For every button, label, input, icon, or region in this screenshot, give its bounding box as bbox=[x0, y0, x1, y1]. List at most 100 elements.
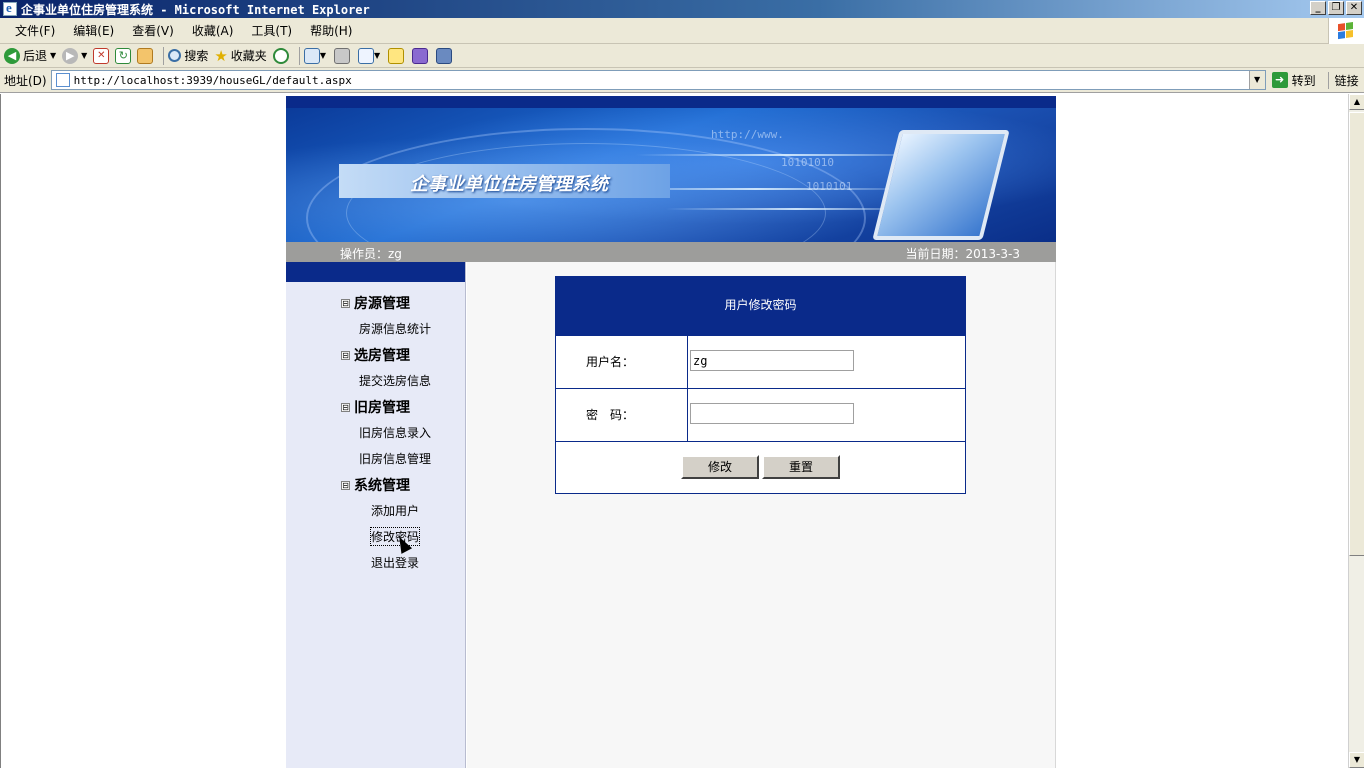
form-buttons-row: 修改 重置 bbox=[556, 442, 965, 492]
window-controls: _ ❐ ✕ bbox=[1310, 1, 1362, 15]
system-title: 企事业单位住房管理系统 bbox=[410, 174, 608, 195]
stop-icon[interactable]: ✕ bbox=[93, 47, 110, 64]
scroll-thumb[interactable] bbox=[1349, 112, 1364, 556]
sidebar-item-submit-selection[interactable]: 提交选房信息 bbox=[359, 372, 431, 389]
username-label-cell: 用户名： bbox=[556, 336, 688, 388]
mail-dropdown-icon[interactable]: ▼ bbox=[320, 51, 326, 60]
links-button[interactable]: 链接 bbox=[1327, 71, 1359, 89]
scroll-down-icon[interactable]: ▼ bbox=[1349, 752, 1364, 768]
password-label-cell: 密 码： bbox=[556, 389, 688, 441]
current-date: 当前日期：2013-3-3 bbox=[905, 247, 1020, 261]
collapse-icon[interactable]: ⊟ bbox=[341, 402, 350, 412]
monitor-graphic bbox=[872, 130, 1010, 240]
edit-icon[interactable] bbox=[357, 47, 374, 64]
messenger-icon[interactable] bbox=[412, 47, 429, 64]
tree-group-selection[interactable]: ⊟ 选房管理 bbox=[341, 345, 410, 365]
windows-logo bbox=[1328, 18, 1364, 44]
header-banner: http://www. 10101010 1010101 企事业单位住房管理系统 bbox=[286, 108, 1056, 242]
banner-decor-text: 10101010 bbox=[781, 156, 834, 169]
vertical-scrollbar[interactable]: ▲ ▼ bbox=[1348, 94, 1364, 768]
edit-dropdown-icon[interactable]: ▼ bbox=[374, 51, 380, 60]
menu-file[interactable]: 文件(F) bbox=[6, 22, 64, 39]
windows-flag-icon bbox=[1338, 22, 1354, 40]
page-icon bbox=[55, 73, 70, 87]
address-label: 地址(D) bbox=[4, 73, 47, 88]
history-icon[interactable] bbox=[272, 47, 289, 64]
mail-icon[interactable] bbox=[303, 47, 320, 64]
restore-button[interactable]: ❐ bbox=[1328, 1, 1344, 15]
sidebar-item-old-housing-entry[interactable]: 旧房信息录入 bbox=[359, 424, 431, 441]
menu-tools[interactable]: 工具(T) bbox=[242, 22, 301, 39]
window-titlebar: 企事业单位住房管理系统 - Microsoft Internet Explore… bbox=[0, 0, 1364, 18]
favorites-button[interactable]: ★ 收藏夹 bbox=[214, 47, 266, 65]
tree-group-system[interactable]: ⊟ 系统管理 bbox=[341, 475, 410, 495]
forward-arrow-icon: ▶ bbox=[62, 47, 79, 64]
sidebar-item-housing-stats[interactable]: 房源信息统计 bbox=[359, 320, 431, 337]
collapse-icon[interactable]: ⊟ bbox=[341, 350, 350, 360]
content-area: ⊟ 房源管理 房源信息统计 ⊟ 选房管理 提交选房信息 ⊟ 旧房管理 旧房信息录… bbox=[286, 262, 1056, 768]
search-label: 搜索 bbox=[184, 49, 209, 63]
home-icon[interactable] bbox=[137, 47, 154, 64]
window-title: 企事业单位住房管理系统 - Microsoft Internet Explore… bbox=[21, 2, 370, 17]
ie-icon bbox=[3, 0, 17, 16]
research-icon[interactable] bbox=[436, 47, 453, 64]
password-input[interactable] bbox=[690, 403, 854, 424]
refresh-icon[interactable]: ↻ bbox=[115, 47, 132, 64]
favorites-label: 收藏夹 bbox=[230, 49, 267, 63]
go-button[interactable]: ➜ 转到 bbox=[1271, 72, 1316, 89]
discuss-icon[interactable] bbox=[388, 47, 405, 64]
address-dropdown-icon[interactable]: ▼ bbox=[1248, 71, 1265, 89]
info-bar: 操作员：zg 当前日期：2013-3-3 bbox=[286, 242, 1056, 262]
password-row: 密 码： bbox=[556, 389, 965, 442]
menu-help[interactable]: 帮助(H) bbox=[301, 22, 361, 39]
forward-button[interactable]: ▶ ▼ bbox=[62, 47, 87, 64]
address-field[interactable]: http://localhost:3939/houseGL/default.as… bbox=[50, 70, 1266, 90]
change-password-form: 用户修改密码 用户名： 密 码： 修改 bbox=[555, 276, 966, 494]
sidebar-item-logout[interactable]: 退出登录 bbox=[371, 554, 419, 571]
back-arrow-icon: ◀ bbox=[4, 47, 20, 64]
page-top-strip bbox=[286, 96, 1056, 108]
scroll-up-icon[interactable]: ▲ bbox=[1349, 94, 1364, 110]
back-button[interactable]: ◀ 后退 ▼ bbox=[4, 47, 56, 64]
form-title: 用户修改密码 bbox=[556, 277, 965, 336]
username-input[interactable] bbox=[690, 350, 854, 371]
reset-button[interactable]: 重置 bbox=[762, 455, 840, 479]
collapse-icon[interactable]: ⊟ bbox=[341, 298, 350, 308]
tree-group-label[interactable]: 系统管理 bbox=[354, 475, 410, 495]
back-dropdown-icon[interactable]: ▼ bbox=[50, 51, 56, 60]
tree-group-label[interactable]: 选房管理 bbox=[354, 345, 410, 365]
sidebar-header bbox=[286, 262, 465, 282]
tree-group-label[interactable]: 旧房管理 bbox=[354, 397, 410, 417]
banner-decor-text: http://www. bbox=[711, 128, 784, 141]
collapse-icon[interactable]: ⊟ bbox=[341, 480, 350, 490]
star-icon: ★ bbox=[214, 46, 228, 65]
web-page: http://www. 10101010 1010101 企事业单位住房管理系统… bbox=[286, 96, 1056, 768]
tree-group-old-housing[interactable]: ⊟ 旧房管理 bbox=[341, 397, 410, 417]
username-row: 用户名： bbox=[556, 336, 965, 389]
menu-favorites[interactable]: 收藏(A) bbox=[183, 22, 243, 39]
password-label: 密 码： bbox=[586, 408, 635, 422]
back-label: 后退 bbox=[23, 49, 48, 63]
menu-bar: 文件(F) 编辑(E) 查看(V) 收藏(A) 工具(T) 帮助(H) bbox=[0, 18, 1364, 44]
submit-button[interactable]: 修改 bbox=[681, 455, 759, 479]
print-icon[interactable] bbox=[333, 47, 350, 64]
search-button[interactable]: 搜索 bbox=[168, 47, 208, 64]
minimize-button[interactable]: _ bbox=[1310, 1, 1326, 15]
forward-dropdown-icon[interactable]: ▼ bbox=[81, 51, 87, 60]
address-bar: 地址(D) http://localhost:3939/houseGL/defa… bbox=[0, 68, 1364, 93]
menu-view[interactable]: 查看(V) bbox=[123, 22, 183, 39]
browser-viewport: http://www. 10101010 1010101 企事业单位住房管理系统… bbox=[0, 94, 1348, 768]
main-panel: 用户修改密码 用户名： 密 码： 修改 bbox=[467, 262, 1056, 768]
search-icon bbox=[168, 49, 182, 62]
toolbar: ◀ 后退 ▼ ▶ ▼ ✕ ↻ 搜索 ★ 收藏夹 ▼ ▼ bbox=[0, 44, 1364, 68]
sidebar-item-add-user[interactable]: 添加用户 bbox=[371, 502, 419, 519]
menu-edit[interactable]: 编辑(E) bbox=[64, 22, 123, 39]
sidebar-item-old-housing-manage[interactable]: 旧房信息管理 bbox=[359, 450, 431, 467]
address-url[interactable]: http://localhost:3939/houseGL/default.as… bbox=[74, 74, 352, 87]
tree-group-label[interactable]: 房源管理 bbox=[354, 293, 410, 313]
go-label: 转到 bbox=[1291, 73, 1316, 88]
username-label: 用户名： bbox=[586, 355, 635, 369]
tree-group-housing[interactable]: ⊟ 房源管理 bbox=[341, 293, 410, 313]
close-button[interactable]: ✕ bbox=[1346, 1, 1362, 15]
toolbar-separator bbox=[298, 46, 300, 65]
